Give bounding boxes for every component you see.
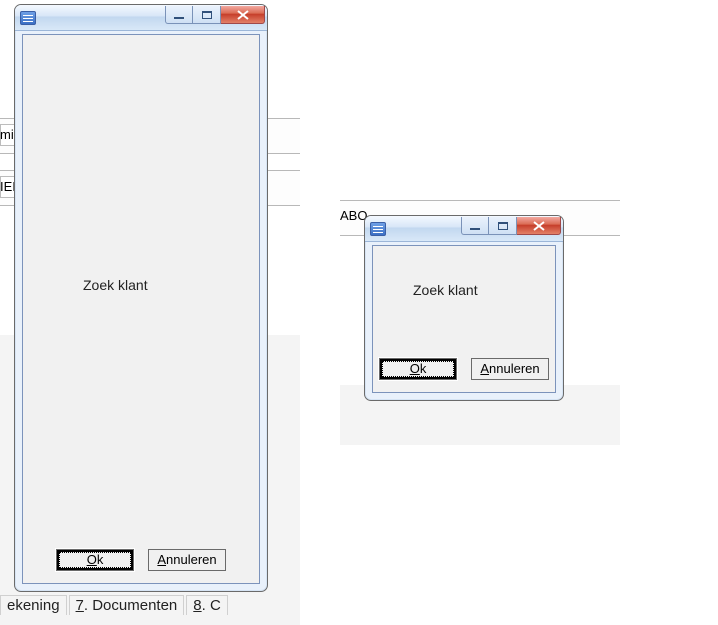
dialog-zoek-klant-2: Zoek klant Ok Annuleren xyxy=(364,215,564,401)
dialog-message: Zoek klant xyxy=(413,282,478,298)
dialog-zoek-klant-1: Zoek klant Ok Annuleren xyxy=(14,4,268,592)
ok-button[interactable]: Ok xyxy=(379,358,457,380)
close-button[interactable] xyxy=(221,6,265,24)
cancel-button[interactable]: Annuleren xyxy=(148,549,226,571)
window-controls xyxy=(165,5,267,30)
maximize-button[interactable] xyxy=(489,217,517,235)
titlebar[interactable] xyxy=(365,216,563,242)
cancel-button[interactable]: Annuleren xyxy=(471,358,549,380)
close-button[interactable] xyxy=(517,217,561,235)
tab-documenten[interactable]: 7. Documenten xyxy=(69,595,185,615)
dialog-message: Zoek klant xyxy=(83,277,148,293)
tab-next[interactable]: 8. C xyxy=(186,595,228,615)
maximize-button[interactable] xyxy=(193,6,221,24)
close-icon xyxy=(237,10,249,20)
minimize-button[interactable] xyxy=(461,217,489,235)
background-tab-strip: ekening 7. Documenten 8. C xyxy=(0,595,228,615)
background-truncated-text-1: mi xyxy=(0,127,14,142)
dialog-client-area: Zoek klant Ok Annuleren xyxy=(22,34,260,584)
dialog-button-row: Ok Annuleren xyxy=(23,549,259,571)
close-icon xyxy=(533,221,545,231)
tab-rekening[interactable]: ekening xyxy=(0,595,67,615)
dialog-button-row: Ok Annuleren xyxy=(373,358,555,380)
ok-button[interactable]: Ok xyxy=(56,549,134,571)
minimize-button[interactable] xyxy=(165,6,193,24)
window-controls xyxy=(461,216,563,241)
dialog-client-area: Zoek klant Ok Annuleren xyxy=(372,245,556,393)
app-icon xyxy=(20,11,36,25)
app-icon xyxy=(370,222,386,236)
titlebar[interactable] xyxy=(15,5,267,31)
